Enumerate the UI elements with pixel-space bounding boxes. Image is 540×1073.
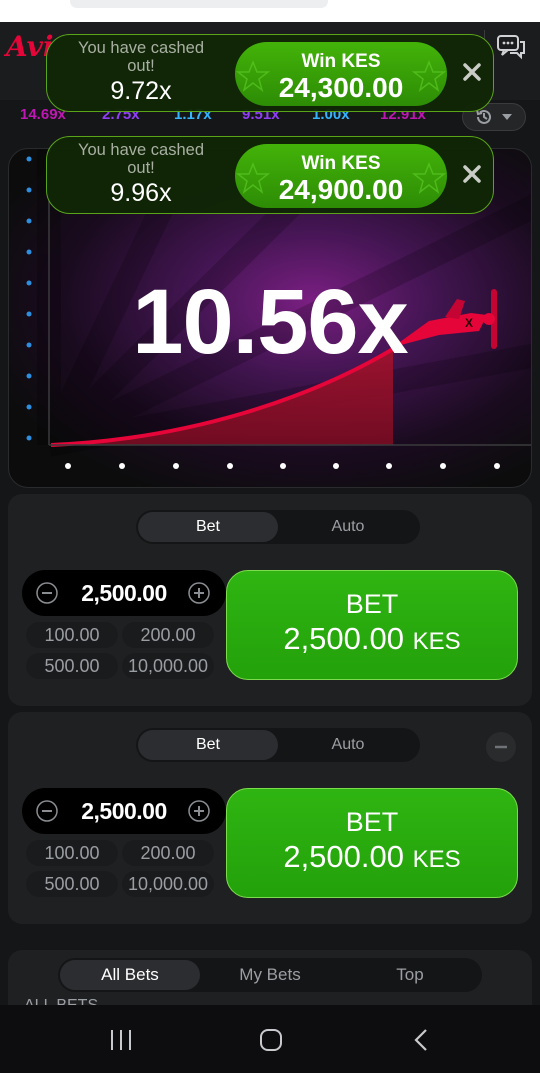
minus-icon xyxy=(495,745,507,749)
cashout-multiplier: 9.96x xyxy=(110,179,172,207)
current-multiplier: 10.56x xyxy=(132,271,408,373)
bet-button-amount: 2,500.00 KES xyxy=(283,839,461,874)
tab-my-bets[interactable]: My Bets xyxy=(200,960,340,990)
recent-apps-icon[interactable] xyxy=(108,1029,134,1051)
cashout-notification: You have cashed out! 9.96x Win KES 24,90… xyxy=(46,136,494,214)
bets-heading: ALL BETS xyxy=(24,997,98,1005)
bet-panel: Bet Auto 2,500.00 100.00 200.00 500.00 1… xyxy=(8,712,532,924)
quick-amount-chip[interactable]: 500.00 xyxy=(26,871,118,897)
plus-icon[interactable] xyxy=(188,582,210,604)
tab-top[interactable]: Top xyxy=(340,960,480,990)
win-amount: 24,300.00 xyxy=(278,72,404,103)
minus-icon[interactable] xyxy=(36,582,58,604)
bet-button-label: BET xyxy=(345,807,399,837)
quick-amount-chip[interactable]: 200.00 xyxy=(122,622,214,648)
chevron-down-icon xyxy=(502,114,512,120)
close-icon[interactable] xyxy=(459,161,485,187)
cashout-label: You have cashed out! xyxy=(78,141,204,177)
bet-mode-tabs: Bet Auto xyxy=(136,728,420,762)
bet-mode-tabs: Bet Auto xyxy=(136,510,420,544)
quick-amount-chip[interactable]: 500.00 xyxy=(26,653,118,679)
minus-icon[interactable] xyxy=(36,800,58,822)
bet-button[interactable]: BET 2,500.00 KES xyxy=(226,788,518,898)
bet-amount-stepper: 2,500.00 xyxy=(22,788,226,834)
bets-tabs: All Bets My Bets Top xyxy=(58,958,482,992)
tab-bet[interactable]: Bet xyxy=(138,730,278,760)
home-icon[interactable] xyxy=(259,1028,283,1052)
cashout-label: You have cashed out! xyxy=(78,39,204,75)
bet-amount-input[interactable]: 2,500.00 xyxy=(60,570,188,616)
win-label: Win KES xyxy=(301,51,381,72)
remove-bet-panel-button[interactable] xyxy=(486,732,516,762)
tab-auto[interactable]: Auto xyxy=(278,512,418,542)
win-amount: 24,900.00 xyxy=(278,174,404,205)
quick-amount-chip[interactable]: 10,000.00 xyxy=(122,871,214,897)
chat-icon[interactable] xyxy=(496,34,526,60)
svg-text:X: X xyxy=(465,316,473,330)
cashout-notification: You have cashed out! 9.72x Win KES 24,30… xyxy=(46,34,494,112)
tab-bet[interactable]: Bet xyxy=(138,512,278,542)
cashout-multiplier: 9.72x xyxy=(110,77,172,105)
browser-url-bar[interactable] xyxy=(70,0,328,8)
bet-panel: Bet Auto 2,500.00 100.00 200.00 500.00 1… xyxy=(8,494,532,706)
quick-amount-chip[interactable]: 200.00 xyxy=(122,840,214,866)
win-amount-badge: Win KES 24,300.00 xyxy=(235,42,447,106)
bet-amount-stepper: 2,500.00 xyxy=(22,570,226,616)
bet-button-label: BET xyxy=(345,589,399,619)
quick-amount-chip[interactable]: 10,000.00 xyxy=(122,653,214,679)
tab-auto[interactable]: Auto xyxy=(278,730,418,760)
tab-all-bets[interactable]: All Bets xyxy=(60,960,200,990)
bet-button[interactable]: BET 2,500.00 KES xyxy=(226,570,518,680)
quick-amount-chip[interactable]: 100.00 xyxy=(26,622,118,648)
win-amount-badge: Win KES 24,900.00 xyxy=(235,144,447,208)
win-label: Win KES xyxy=(301,153,381,174)
quick-amount-chip[interactable]: 100.00 xyxy=(26,840,118,866)
system-navigation-bar xyxy=(0,1005,540,1073)
bet-button-amount: 2,500.00 KES xyxy=(283,621,461,656)
back-icon[interactable] xyxy=(413,1028,429,1052)
bet-amount-input[interactable]: 2,500.00 xyxy=(60,788,188,834)
plus-icon[interactable] xyxy=(188,800,210,822)
close-icon[interactable] xyxy=(459,59,485,85)
